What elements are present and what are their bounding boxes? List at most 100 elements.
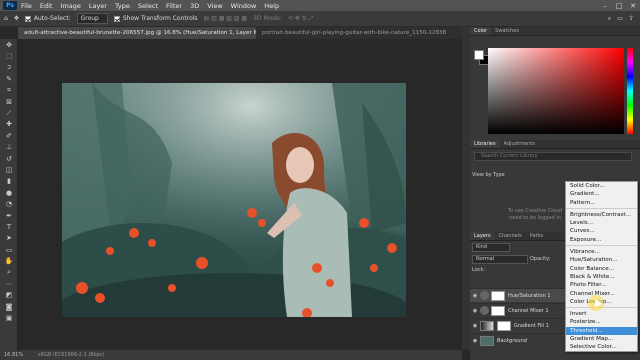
3d-mode-icons[interactable]: ⟲ ✥ ⇅ ⤢ [288, 15, 314, 23]
auto-select-checkbox[interactable] [24, 15, 31, 22]
search-icon[interactable]: ⌕ [608, 15, 611, 23]
menu-item-exposure[interactable]: Exposure... [566, 236, 637, 244]
visibility-eye-icon[interactable]: ◉ [470, 338, 480, 344]
menu-item-threshold[interactable]: Threshold... [566, 326, 637, 336]
color-picker-field[interactable] [488, 48, 624, 134]
hand-tool-icon[interactable]: ✋ [0, 255, 18, 266]
menu-item-photo-filter[interactable]: Photo Filter... [566, 281, 637, 289]
menu-item-solid-color[interactable]: Solid Color... [566, 182, 637, 190]
view-by-dropdown[interactable]: View by Type [470, 172, 505, 178]
menu-item-black-white[interactable]: Black & White... [566, 273, 637, 281]
layer-name[interactable]: Channel Mixer 1 [508, 308, 549, 314]
menu-filter[interactable]: Filter [166, 2, 182, 10]
move-tool-icon[interactable]: ✥ [0, 39, 18, 50]
layer-row[interactable]: ◉ Channel Mixer 1 [470, 303, 566, 317]
layer-row[interactable]: ◉ Background [470, 333, 566, 347]
menu-select[interactable]: Select [138, 2, 158, 10]
brush-tool-icon[interactable]: ✐ [0, 130, 18, 141]
menu-item-gradient-map[interactable]: Gradient Map... [566, 335, 637, 343]
color-swap-icon[interactable]: ◩ [0, 290, 18, 301]
menu-type[interactable]: Type [115, 2, 130, 10]
marquee-tool-icon[interactable]: ⬚ [0, 50, 18, 61]
tab-swatches[interactable]: Swatches [491, 27, 523, 35]
document-image[interactable] [62, 83, 406, 317]
tab-layers[interactable]: Layers [470, 232, 495, 240]
crop-tool-icon[interactable]: ⌗ [0, 85, 18, 96]
quick-mask-icon[interactable]: ◙ [0, 301, 18, 312]
dodge-tool-icon[interactable]: ◔ [0, 198, 18, 209]
layer-mask-thumbnail[interactable] [491, 305, 505, 316]
zoom-tool-icon[interactable]: ⌕ [0, 267, 18, 278]
layer-name[interactable]: Background [497, 338, 527, 344]
menu-item-invert[interactable]: Invert [566, 310, 637, 318]
tab-document-active[interactable]: adult-attractive-beautiful-brunette-2065… [18, 27, 256, 39]
menu-window[interactable]: Window [231, 2, 257, 10]
frame-tool-icon[interactable]: ⊠ [0, 96, 18, 107]
history-brush-tool-icon[interactable]: ↺ [0, 153, 18, 164]
close-icon[interactable]: ✕ [626, 2, 640, 10]
menu-item-vibrance[interactable]: Vibrance... [566, 248, 637, 256]
blur-tool-icon[interactable]: ● [0, 187, 18, 198]
minimize-icon[interactable]: – [598, 2, 612, 10]
align-icons[interactable]: ▤ ▥ ▦ ▧ ▨ ▩ [204, 15, 248, 22]
tab-color[interactable]: Color [470, 27, 492, 35]
stamp-tool-icon[interactable]: ⊥ [0, 142, 18, 153]
menu-edit[interactable]: Edit [40, 2, 53, 10]
tab-paths[interactable]: Paths [526, 232, 548, 240]
eraser-tool-icon[interactable]: ◫ [0, 164, 18, 175]
menu-item-curves[interactable]: Curves... [566, 227, 637, 235]
layer-row[interactable]: ◉ Hue/Saturation 1 [470, 288, 566, 302]
document-profile[interactable]: sRGB IEC61966-2.1 (8bpc) [38, 352, 105, 358]
menu-item-gradient[interactable]: Gradient... [566, 190, 637, 198]
layer-row[interactable]: ◉ Gradient Fill 1 [470, 318, 566, 332]
more-tools-icon[interactable]: ⋯ [0, 278, 18, 289]
eyedropper-tool-icon[interactable]: ⟋ [0, 107, 18, 118]
share-icon[interactable]: ⇪ [629, 15, 634, 22]
home-icon[interactable]: ⌂ [4, 15, 8, 22]
blend-mode-dropdown[interactable]: Normal [472, 255, 528, 264]
layer-name[interactable]: Gradient Fill 1 [514, 323, 549, 329]
visibility-eye-icon[interactable]: ◉ [470, 308, 480, 314]
workspace-icon[interactable]: ▭ [617, 15, 623, 22]
pen-tool-icon[interactable]: ✒ [0, 210, 18, 221]
tab-document-inactive[interactable]: portrait-beautiful-girl-playing-guitar-w… [256, 27, 446, 39]
hue-slider[interactable] [627, 48, 633, 134]
tab-adjustments[interactable]: Adjustments [500, 140, 539, 148]
gradient-tool-icon[interactable]: ▮ [0, 176, 18, 187]
menu-item-selective-color[interactable]: Selective Color... [566, 343, 637, 351]
type-tool-icon[interactable]: T [0, 221, 18, 232]
menu-item-pattern[interactable]: Pattern... [566, 199, 637, 207]
menu-3d[interactable]: 3D [190, 2, 199, 10]
show-transform-checkbox[interactable] [113, 15, 120, 22]
screen-mode-icon[interactable]: ▣ [0, 312, 18, 323]
layer-name[interactable]: Hue/Saturation 1 [508, 293, 551, 299]
menu-item-brightness-contrast[interactable]: Brightness/Contrast... [566, 211, 637, 219]
layer-mask-thumbnail[interactable] [491, 290, 505, 301]
show-transform-option[interactable]: Show Transform Controls [113, 15, 198, 22]
layer-kind-filter[interactable]: Kind [472, 243, 510, 252]
healing-tool-icon[interactable]: ✚ [0, 119, 18, 130]
menu-item-hue-saturation[interactable]: Hue/Saturation... [566, 256, 637, 264]
move-tool-icon[interactable]: ✥ [14, 15, 19, 22]
lasso-tool-icon[interactable]: ↄ [0, 62, 18, 73]
layer-mask-thumbnail[interactable] [497, 320, 511, 331]
menu-item-posterize[interactable]: Posterize... [566, 318, 637, 326]
menu-image[interactable]: Image [60, 2, 80, 10]
menu-item-levels[interactable]: Levels... [566, 219, 637, 227]
path-select-tool-icon[interactable]: ➤ [0, 233, 18, 244]
visibility-eye-icon[interactable]: ◉ [470, 293, 480, 299]
foreground-color-swatch[interactable] [474, 50, 484, 60]
menu-view[interactable]: View [207, 2, 222, 10]
zoom-level[interactable]: 16.81% [0, 352, 38, 358]
tab-channels[interactable]: Channels [495, 232, 526, 240]
menu-layer[interactable]: Layer [89, 2, 107, 10]
library-search-input[interactable]: Search Current Library [474, 152, 632, 161]
auto-select-dropdown[interactable]: Group [76, 13, 108, 24]
quick-select-tool-icon[interactable]: ✎ [0, 73, 18, 84]
menu-help[interactable]: Help [264, 2, 279, 10]
menu-item-color-balance[interactable]: Color Balance... [566, 265, 637, 273]
tab-libraries[interactable]: Libraries [470, 140, 500, 148]
auto-select-option[interactable]: Auto-Select: [24, 15, 71, 22]
visibility-eye-icon[interactable]: ◉ [470, 323, 480, 329]
maximize-icon[interactable]: □ [612, 2, 626, 10]
